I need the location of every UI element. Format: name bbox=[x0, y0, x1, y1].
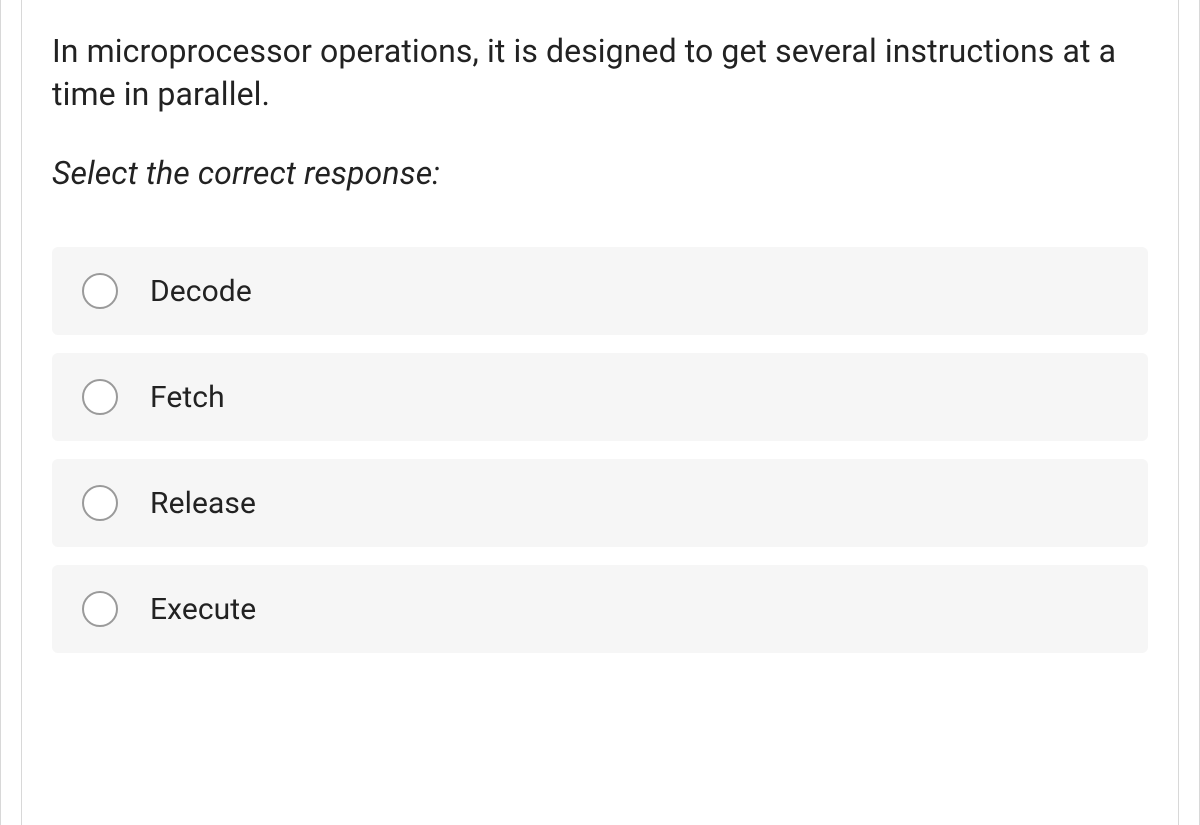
page-outer-border: In microprocessor operations, it is desi… bbox=[0, 0, 1200, 825]
option-label: Decode bbox=[150, 274, 252, 309]
option-label: Execute bbox=[150, 592, 256, 627]
radio-icon bbox=[82, 273, 118, 309]
radio-icon bbox=[82, 591, 118, 627]
question-panel: In microprocessor operations, it is desi… bbox=[21, 0, 1179, 825]
option-decode[interactable]: Decode bbox=[52, 247, 1148, 335]
question-text: In microprocessor operations, it is desi… bbox=[52, 30, 1148, 116]
instruction-text: Select the correct response: bbox=[52, 154, 1148, 192]
option-label: Fetch bbox=[150, 380, 225, 415]
option-label: Release bbox=[150, 486, 256, 521]
radio-icon bbox=[82, 485, 118, 521]
radio-icon bbox=[82, 379, 118, 415]
option-fetch[interactable]: Fetch bbox=[52, 353, 1148, 441]
option-execute[interactable]: Execute bbox=[52, 565, 1148, 653]
options-container: Decode Fetch Release Execute bbox=[52, 247, 1148, 653]
option-release[interactable]: Release bbox=[52, 459, 1148, 547]
